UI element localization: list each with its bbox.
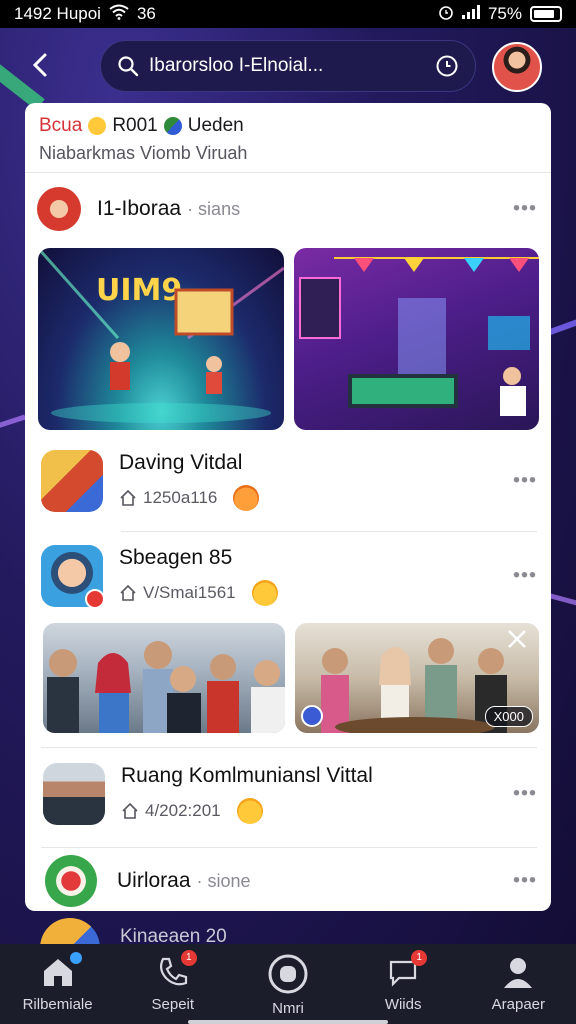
list-item[interactable]: Sbeagen 85 V/Smai1561 ••• [25,540,551,612]
list-item[interactable]: Daving Vitdal 1250a116 ••• [25,445,551,517]
nav-label: Nmri [272,1000,304,1017]
emoji-icon [88,117,107,135]
nav-item-calls[interactable]: 1 Sepeit [123,950,223,1013]
more-options-icon[interactable]: ••• [513,565,537,588]
globe-icon [163,117,182,135]
post-image[interactable] [294,248,539,430]
post-image[interactable] [43,623,285,733]
list-item[interactable]: Uirloraa · sione ••• [25,855,551,907]
divider [41,847,537,848]
group-avatar [41,450,103,512]
group-title: I1-Iboraa [97,197,182,220]
list-item[interactable]: I1-Iboraa · sians ••• [25,183,551,235]
svg-text:UIM9: UIM9 [96,273,182,308]
nav-label: Arapaer [491,996,546,1013]
peek-title: Kinaeaen 20 [120,926,227,944]
group-avatar [41,545,105,609]
emoji-icon [233,485,260,511]
divider [41,747,537,748]
notification-dot [69,952,82,964]
home-outline-icon [120,489,136,506]
header-tag: Bcua [39,115,83,136]
status-time: 1492 Hupoi [14,4,101,23]
search-text: Ibarorsloo I-Elnoial... [149,55,324,76]
nav-label: Rilbemiale [22,996,93,1013]
search-input[interactable]: Ibarorsloo I-Elnoial... [100,40,476,92]
status-signal-value: 36 [136,4,156,23]
photo-count-badge: X000 [484,706,533,727]
notification-badge: 1 [180,950,197,966]
status-bar: 1492 Hupoi 36 75% [0,0,576,28]
notification-badge: 1 [411,950,428,966]
group-meta: 1250a116 [143,488,218,507]
more-options-icon[interactable]: ••• [513,783,537,806]
emoji-icon [236,798,263,824]
emoji-icon [251,580,278,606]
battery-icon [530,6,562,22]
background-ray [0,414,26,431]
search-icon [118,56,139,77]
nav-item-profile[interactable]: Arapaer [468,954,568,1013]
group-meta: 4/202:201 [145,801,221,820]
group-title: Sbeagen 85 [119,546,233,569]
peek-list-item[interactable]: Kinaeaen 20 [40,918,340,944]
chevron-left-icon [32,53,47,77]
circle-button-icon [268,954,308,994]
group-avatar [37,187,81,231]
nav-label: Sepeit [151,996,195,1013]
signal-bars-icon [461,4,480,24]
home-outline-icon [120,584,136,601]
group-title: Daving Vitdal [119,451,243,474]
group-avatar [45,855,97,907]
nav-item-chats[interactable]: 1 Wiids [353,950,453,1013]
top-bar: Ibarorsloo I-Elnoial... [0,40,576,96]
group-avatar [43,763,105,825]
divider [121,531,537,532]
group-suffix: · sione [196,871,251,891]
card-header: Bcua R001 Ueden Niabarkmas Viomb Viruah [25,103,551,173]
nav-item-center[interactable]: Nmri [238,954,338,1017]
header-label: Ueden [187,115,244,136]
post-image[interactable]: X000 [295,623,539,733]
list-item[interactable]: Ruang Komlmuniansl Vittal 4/202:201 ••• [25,758,551,830]
group-title: Uirloraa [117,869,191,892]
group-list-card: Bcua R001 Ueden Niabarkmas Viomb Viruah … [25,103,551,911]
group-avatar [40,918,100,944]
post-image[interactable]: UIM9 [38,248,284,430]
close-icon [508,630,526,648]
header-count: R001 [112,115,158,136]
header-subtitle: Niabarkmas Viomb Viruah [39,143,248,163]
clock-icon[interactable] [435,54,459,78]
nav-item-home[interactable]: Rilbemiale [8,952,108,1013]
wifi-icon [109,4,129,25]
more-options-icon[interactable]: ••• [513,870,537,893]
back-button[interactable] [26,50,62,86]
nav-label: Wiids [384,996,422,1013]
badge-dot [85,589,105,609]
group-meta: V/Smai1561 [143,583,236,602]
group-suffix: · sians [187,199,241,219]
profile-avatar[interactable] [492,42,542,92]
home-indicator[interactable] [188,1020,388,1024]
profile-icon [500,954,536,990]
play-icon[interactable] [301,705,323,727]
more-options-icon[interactable]: ••• [513,198,537,221]
more-options-icon[interactable]: ••• [513,470,537,493]
bottom-navigation: Rilbemiale 1 Sepeit Nmri 1 Wiids Arapaer [0,944,576,1024]
alarm-icon [438,4,454,25]
battery-percent: 75% [487,4,522,23]
home-icon [40,952,82,990]
home-outline-icon [122,802,138,819]
group-title: Ruang Komlmuniansl Vittal [121,764,373,787]
